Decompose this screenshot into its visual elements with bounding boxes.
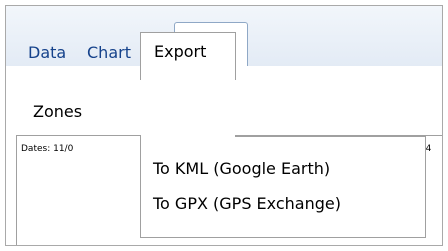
menu-item-export-gpx[interactable]: To GPX (GPS Exchange) bbox=[153, 194, 341, 213]
app-frame: Data Chart Map Zones Export Dates: 11/0 … bbox=[5, 5, 443, 246]
subtab-zones[interactable]: Zones bbox=[33, 102, 82, 121]
dates-label: Dates: 11/0 bbox=[21, 144, 74, 154]
subtab-export[interactable]: Export bbox=[140, 32, 236, 80]
tab-data[interactable]: Data bbox=[28, 40, 66, 66]
menu-item-export-kml[interactable]: To KML (Google Earth) bbox=[153, 159, 330, 178]
tab-chart[interactable]: Chart bbox=[87, 40, 131, 66]
export-dropdown-menu: To KML (Google Earth) To GPX (GPS Exchan… bbox=[140, 136, 426, 238]
menu-tab-join bbox=[141, 134, 235, 138]
